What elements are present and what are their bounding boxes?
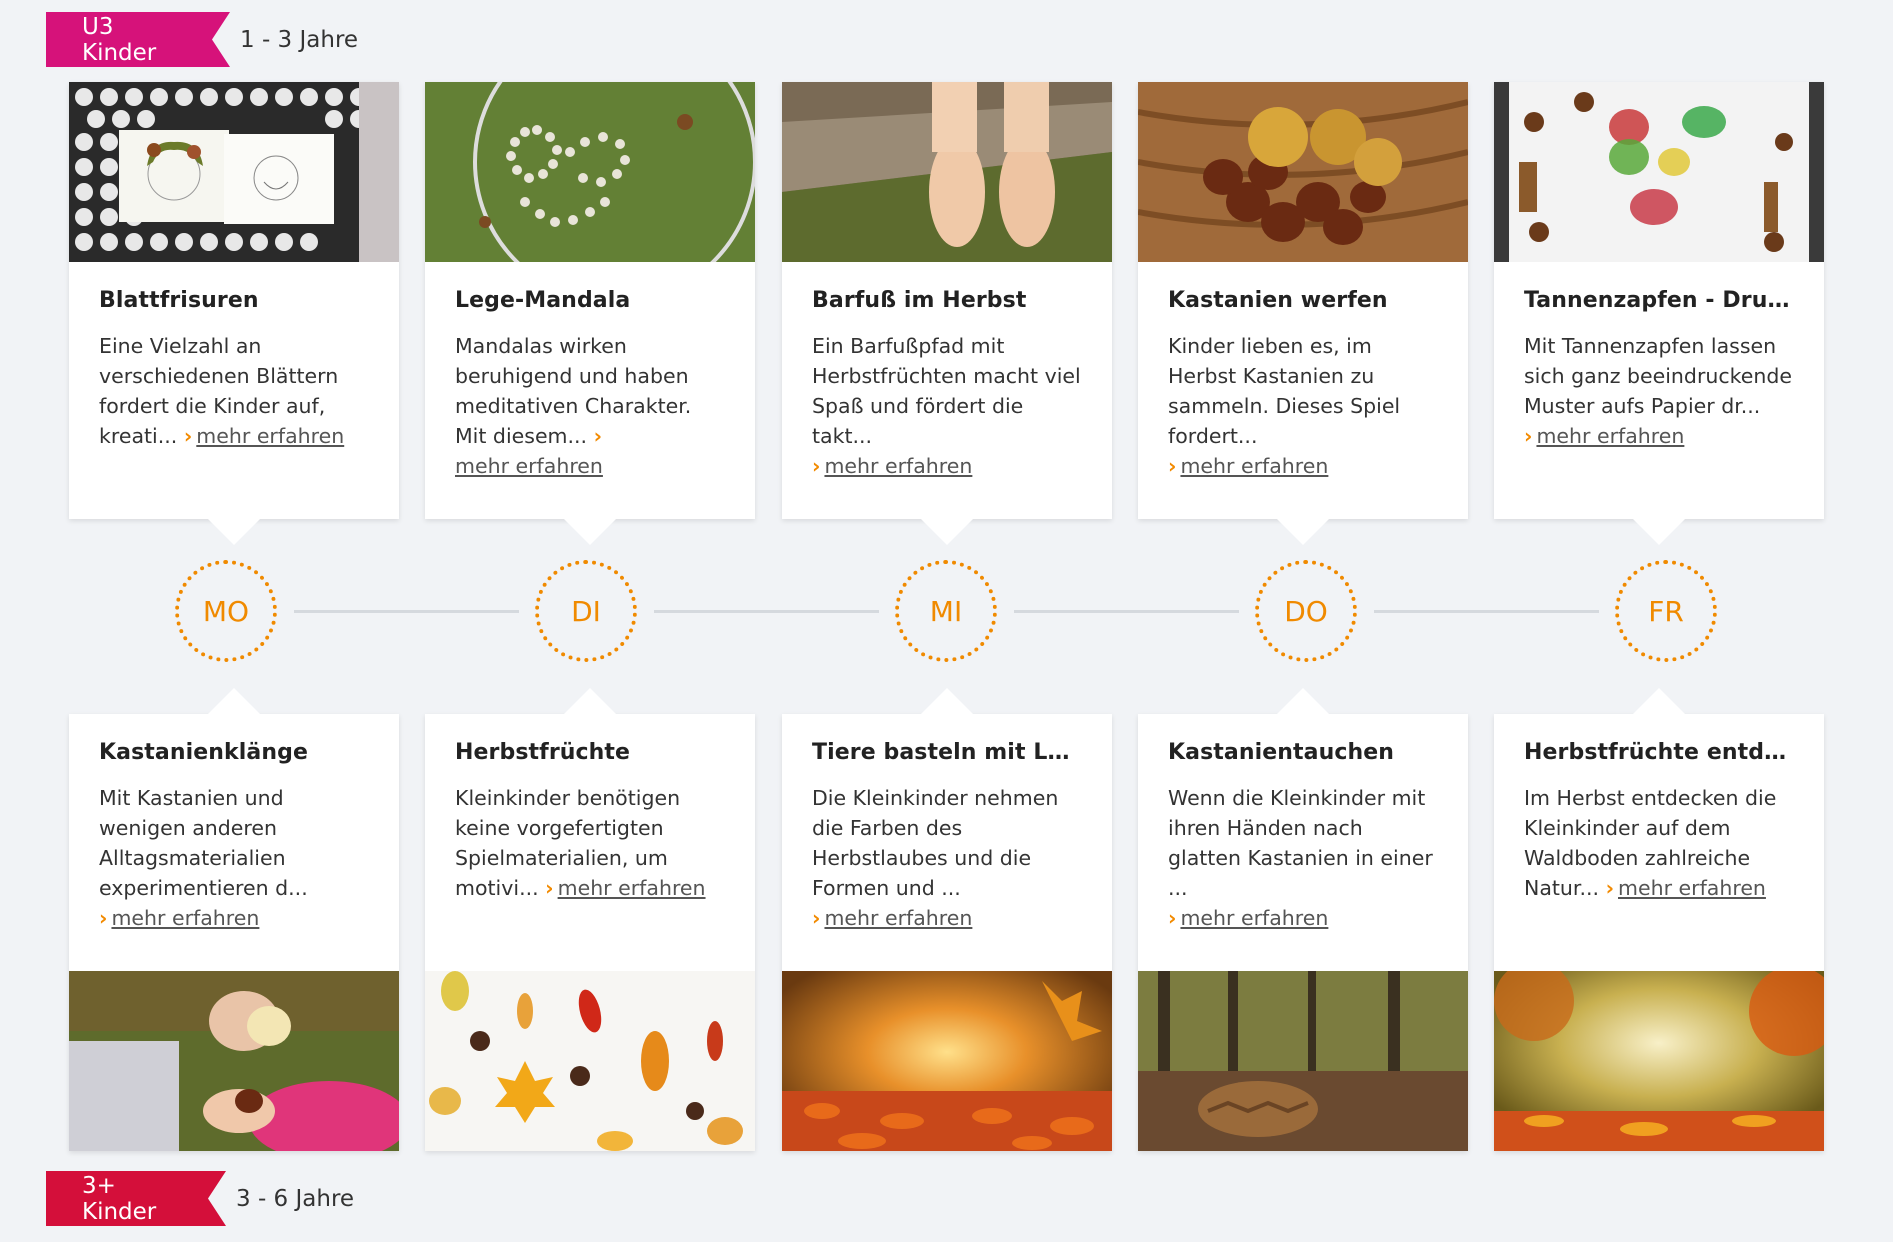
card-image-herbstfruechte-entdecken — [1494, 971, 1824, 1151]
u3-age-label: 1 - 3 Jahre — [240, 26, 359, 53]
card-pointer — [1277, 519, 1329, 545]
activity-card-barfuss[interactable]: Barfuß im Herbst Ein Barfußpfad mit Herb… — [782, 82, 1112, 545]
day-circle-wednesday[interactable]: MI — [895, 560, 997, 662]
card-pointer — [208, 688, 260, 714]
activity-card-herbstfruechte[interactable]: Herbstfrüchte Kleinkinder benötigen kein… — [425, 688, 755, 1151]
card-title: Tiere basteln mit Laub — [812, 740, 1082, 765]
card-pointer — [564, 688, 616, 714]
mehr-erfahren-link[interactable]: mehr erfahren — [455, 454, 603, 478]
card-description: Ein Barfußpfad mit Herbstfrüchten macht … — [812, 331, 1082, 481]
card-description: Kinder lieben es, im Herbst Kastanien zu… — [1168, 331, 1438, 481]
chevron-right-icon: › — [1524, 424, 1533, 448]
timeline-connector — [294, 610, 519, 613]
mehr-erfahren-link[interactable]: mehr erfahren — [824, 906, 972, 930]
activity-card-tannenzapfen[interactable]: Tannenzapfen - Druck Mit Tannenzapfen la… — [1494, 82, 1824, 545]
card-title: Kastanientauchen — [1168, 740, 1395, 765]
u3-kinder-ribbon[interactable]: U3 Kinder — [46, 12, 230, 67]
timeline-connector — [1374, 610, 1599, 613]
card-image-tannenzapfen — [1494, 82, 1824, 262]
activity-card-kastanien-werfen[interactable]: Kastanien werfen Kinder lieben es, im He… — [1138, 82, 1468, 545]
card-description: Eine Vielzahl an verschiedenen Blättern … — [99, 331, 369, 451]
3plus-tag-row: 3+ Kinder 3 - 6 Jahre — [46, 1171, 354, 1226]
card-description: Mandalas wirken beruhigend und haben med… — [455, 334, 692, 478]
chevron-right-icon: › — [812, 454, 821, 478]
card-title: Blattfrisuren — [99, 288, 259, 313]
chevron-right-icon: › — [1605, 876, 1615, 900]
chevron-right-icon: › — [1168, 454, 1177, 478]
activity-card-kastanientauchen[interactable]: Kastanientauchen Wenn die Kleinkinder mi… — [1138, 688, 1468, 1151]
mehr-erfahren-link[interactable]: mehr erfahren — [1618, 876, 1766, 900]
chevron-right-icon: › — [545, 876, 554, 900]
day-circle-thursday[interactable]: DO — [1255, 560, 1357, 662]
card-pointer — [1277, 688, 1329, 714]
chevron-right-icon: › — [1168, 906, 1177, 930]
card-pointer — [208, 519, 260, 545]
card-description: Mit Tannenzapfen lassen sich ganz beeind… — [1524, 331, 1794, 451]
day-circle-tuesday[interactable]: DI — [535, 560, 637, 662]
activity-card-blattfrisuren[interactable]: Blattfrisuren Eine Vielzahl an verschied… — [69, 82, 399, 545]
chevron-right-icon: › — [812, 906, 821, 930]
card-image-barfuss — [782, 82, 1112, 262]
card-title: Barfuß im Herbst — [812, 288, 1027, 313]
mehr-erfahren-link[interactable]: mehr erfahren — [824, 454, 972, 478]
card-image-lege-mandala — [425, 82, 755, 262]
card-title: Tannenzapfen - Druck — [1524, 288, 1794, 313]
card-image-herbstfruechte — [425, 971, 755, 1151]
activity-card-tiere-basteln[interactable]: Tiere basteln mit Laub Die Kleinkinder n… — [782, 688, 1112, 1151]
mehr-erfahren-link[interactable]: mehr erfahren — [1180, 906, 1328, 930]
card-pointer — [564, 519, 616, 545]
chevron-right-icon: › — [99, 906, 108, 930]
activity-card-kastanienklaenge[interactable]: Kastanienklänge Mit Kastanien und wenige… — [69, 688, 399, 1151]
mehr-erfahren-link[interactable]: mehr erfahren — [1180, 454, 1328, 478]
card-description: Die Kleinkinder nehmen die Farben des He… — [812, 783, 1082, 933]
day-circle-monday[interactable]: MO — [175, 560, 277, 662]
card-title: Kastanienklänge — [99, 740, 308, 765]
card-image-blattfrisuren — [69, 82, 399, 262]
timeline-connector — [654, 610, 879, 613]
activity-card-lege-mandala[interactable]: Lege-Mandala Mandalas wirken beruhigend … — [425, 82, 755, 545]
card-description: Kleinkinder benötigen keine vorgefertigt… — [455, 783, 725, 903]
card-description: Wenn die Kleinkinder mit ihren Händen na… — [1168, 783, 1438, 933]
u3-tag-row: U3 Kinder 1 - 3 Jahre — [46, 12, 358, 67]
3plus-age-label: 3 - 6 Jahre — [236, 1185, 355, 1212]
chevron-right-icon: › — [183, 424, 193, 448]
card-title: Kastanien werfen — [1168, 288, 1388, 313]
card-image-kastanien-werfen — [1138, 82, 1468, 262]
card-title: Herbstfrüchte entdecken — [1524, 740, 1794, 765]
card-image-kastanientauchen — [1138, 971, 1468, 1151]
card-description: Im Herbst entdecken die Kleinkinder auf … — [1524, 783, 1794, 903]
card-description: Mit Kastanien und wenigen anderen Alltag… — [99, 783, 369, 933]
card-image-kastanienklaenge — [69, 971, 399, 1151]
timeline-connector — [1014, 610, 1239, 613]
mehr-erfahren-link[interactable]: mehr erfahren — [1536, 424, 1684, 448]
card-pointer — [1633, 519, 1685, 545]
mehr-erfahren-link[interactable]: mehr erfahren — [111, 906, 259, 930]
3plus-kinder-ribbon[interactable]: 3+ Kinder — [46, 1171, 226, 1226]
mehr-erfahren-link[interactable]: mehr erfahren — [558, 876, 706, 900]
card-image-tiere-basteln — [782, 971, 1112, 1151]
card-pointer — [921, 519, 973, 545]
chevron-right-icon: › — [593, 424, 603, 448]
card-pointer — [921, 688, 973, 714]
mehr-erfahren-link[interactable]: mehr erfahren — [196, 424, 344, 448]
card-pointer — [1633, 688, 1685, 714]
day-circle-friday[interactable]: FR — [1615, 560, 1717, 662]
activity-card-herbstfruechte-entdecken[interactable]: Herbstfrüchte entdecken Im Herbst entdec… — [1494, 688, 1824, 1151]
card-title: Herbstfrüchte — [455, 740, 631, 765]
card-title: Lege-Mandala — [455, 288, 631, 313]
